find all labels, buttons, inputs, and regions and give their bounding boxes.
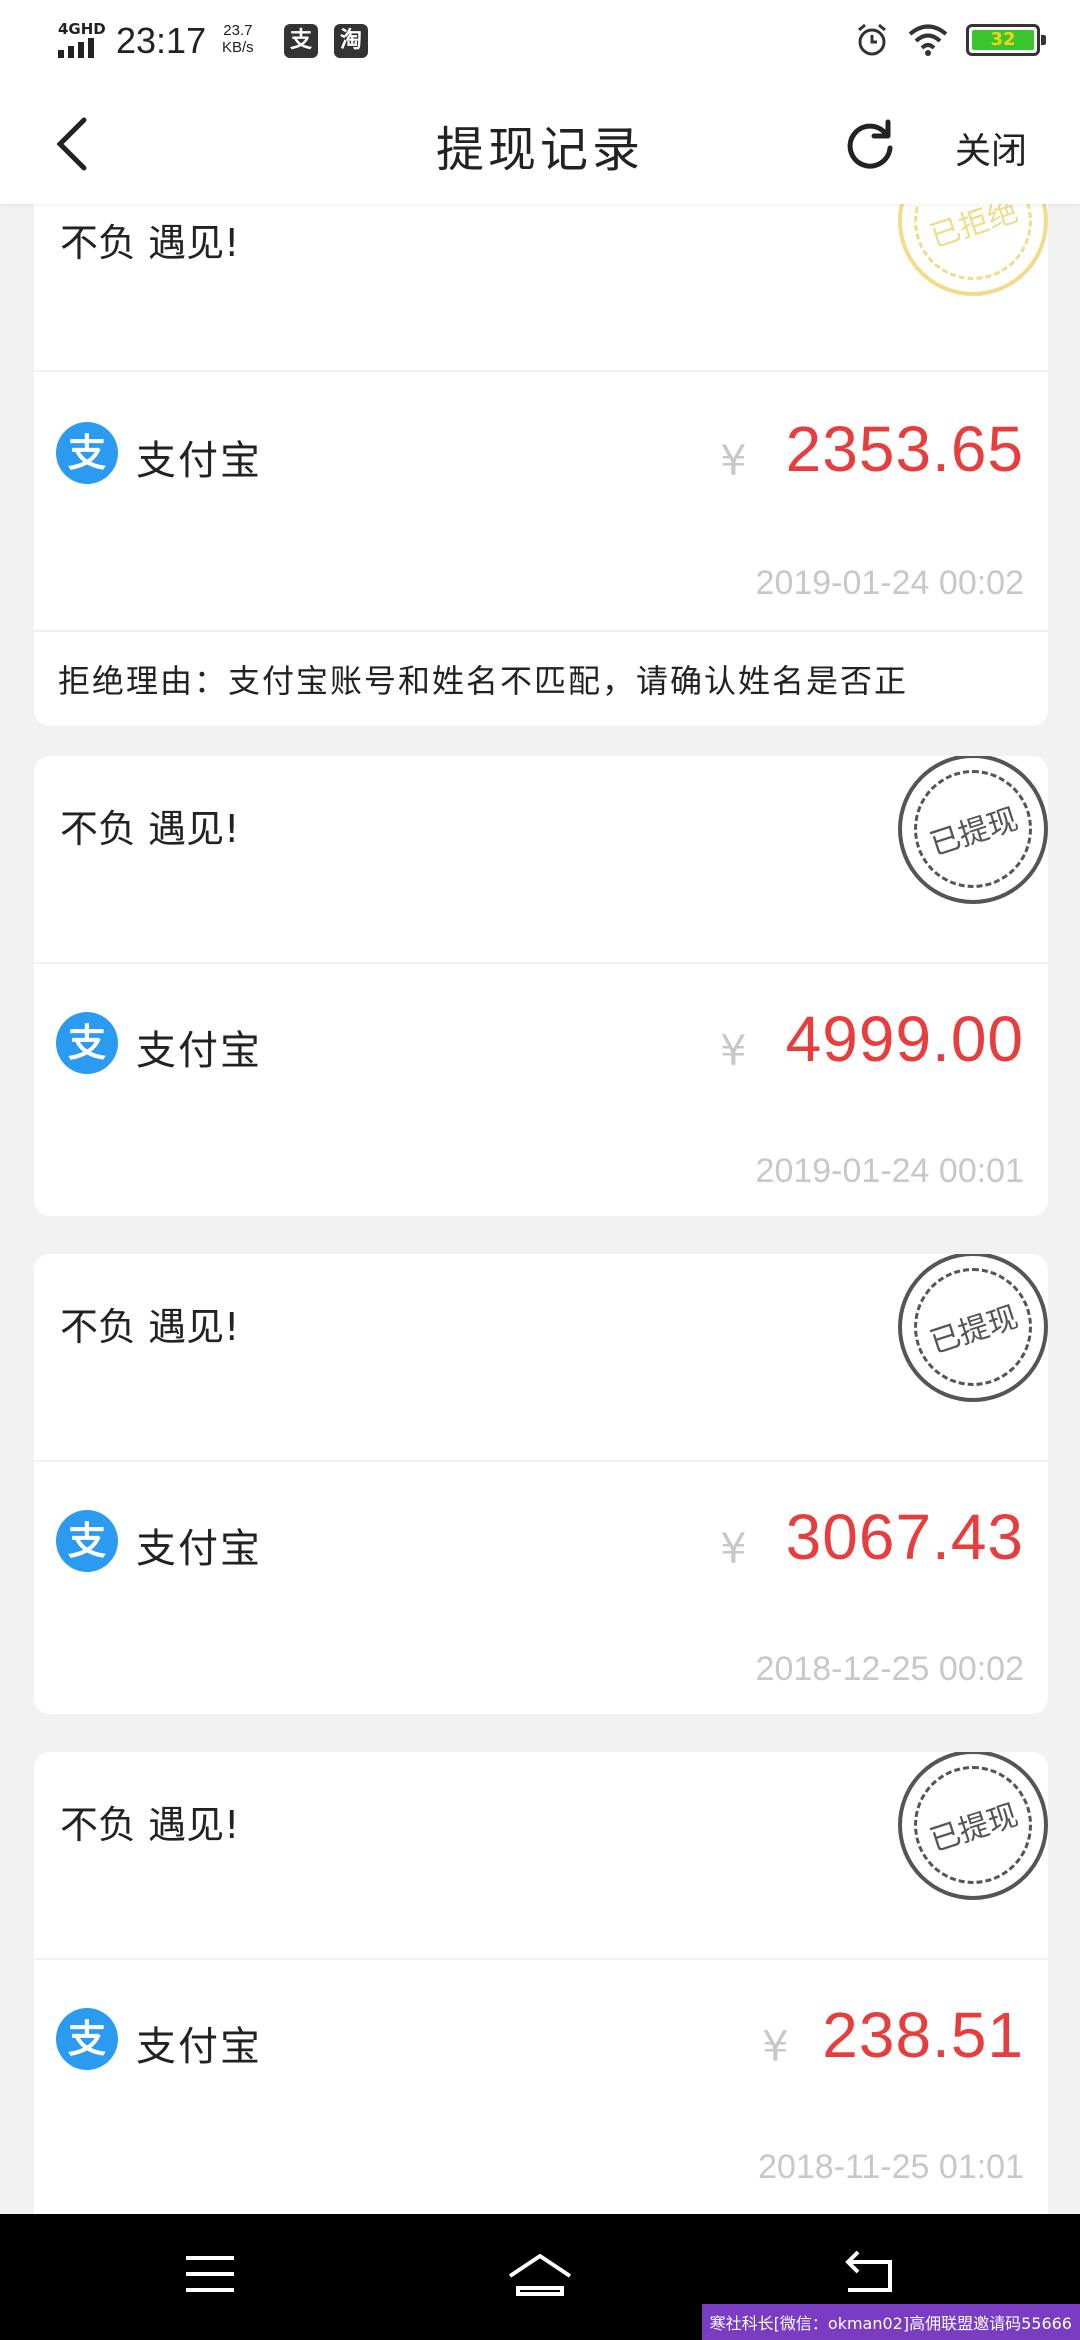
withdraw-amount: 4999.00 xyxy=(785,1003,1024,1075)
payment-method: 支付宝 xyxy=(136,1028,262,1074)
currency-symbol: ¥ xyxy=(720,436,747,485)
payment-method: 支付宝 xyxy=(136,2024,262,2070)
alipay-notification-icon: 支 xyxy=(284,24,318,58)
speed-unit: KB/s xyxy=(222,39,254,56)
user-name: 不负 遇见! xyxy=(60,807,240,851)
alipay-icon: 支 xyxy=(56,422,118,484)
withdraw-date: 2019-01-24 00:02 xyxy=(755,564,1024,602)
close-button[interactable]: 关闭 xyxy=(955,122,1027,174)
wifi-icon xyxy=(908,24,948,56)
withdraw-record-card[interactable]: 不负 遇见! 已提现 支 支付宝 ¥ 3067.43 2018-12-25 00… xyxy=(34,1254,1048,1714)
user-name: 不负 遇见! xyxy=(60,1305,240,1349)
home-icon[interactable] xyxy=(504,2250,576,2302)
user-name: 不负 遇见! xyxy=(60,1803,240,1847)
app-header: 提现记录 关闭 xyxy=(0,84,1080,204)
network-speed: 23.7 KB/s xyxy=(222,22,254,56)
alipay-icon: 支 xyxy=(56,1012,118,1074)
network-type: 4GHD xyxy=(58,20,106,38)
withdraw-date: 2019-01-24 00:01 xyxy=(755,1152,1024,1190)
stamp-text: 已提现 xyxy=(925,1299,1023,1361)
back-icon[interactable] xyxy=(840,2250,900,2302)
withdraw-amount: 238.51 xyxy=(822,1999,1024,2071)
menu-icon[interactable] xyxy=(182,2250,238,2298)
page-title: 提现记录 xyxy=(435,122,644,178)
battery-level: 32 xyxy=(972,30,1034,50)
divider xyxy=(34,1460,1048,1462)
withdrawn-stamp: 已提现 xyxy=(898,1254,1048,1402)
status-icons: 32 xyxy=(854,22,1046,58)
reject-reason-box: 拒绝理由：支付宝账号和姓名不匹配，请确认姓名是否正 xyxy=(34,630,1048,726)
alipay-icon: 支 xyxy=(56,1510,118,1572)
watermark: 寒社科长[微信：okman02]高佣联盟邀请码55666 xyxy=(701,2304,1080,2340)
speed-value: 23.7 xyxy=(223,22,253,39)
refresh-icon[interactable] xyxy=(842,116,898,172)
withdraw-amount: 2353.65 xyxy=(785,413,1024,485)
divider xyxy=(34,370,1048,372)
payment-method: 支付宝 xyxy=(136,1526,262,1572)
alarm-icon xyxy=(858,23,886,56)
payment-method: 支付宝 xyxy=(136,438,262,484)
taobao-notification-icon: 淘 xyxy=(334,24,368,58)
alipay-icon: 支 xyxy=(56,2008,118,2070)
withdraw-date: 2018-11-25 01:01 xyxy=(758,2148,1024,2186)
withdraw-record-card[interactable]: 不负 遇见! 已拒绝 支 支付宝 ¥ 2353.65 2019-01-24 00… xyxy=(34,190,1048,630)
currency-symbol: ¥ xyxy=(720,1026,747,1075)
user-name: 不负 遇见! xyxy=(60,221,240,265)
withdraw-date: 2018-12-25 00:02 xyxy=(755,1650,1024,1688)
withdraw-record-card[interactable]: 不负 遇见! 已提现 支 支付宝 ¥ 238.51 2018-11-25 01:… xyxy=(34,1752,1048,2214)
system-nav-bar: 寒社科长[微信：okman02]高佣联盟邀请码55666 xyxy=(0,2214,1080,2340)
rejected-stamp: 已拒绝 xyxy=(898,190,1048,296)
clock: 23:17 xyxy=(116,20,207,61)
currency-symbol: ¥ xyxy=(762,2022,789,2071)
battery-icon: 32 xyxy=(966,24,1046,56)
withdrawn-stamp: 已提现 xyxy=(898,756,1048,904)
withdraw-amount: 3067.43 xyxy=(785,1501,1024,1573)
stamp-text: 已提现 xyxy=(925,1797,1023,1859)
divider xyxy=(34,962,1048,964)
withdraw-record-card[interactable]: 不负 遇见! 已提现 支 支付宝 ¥ 4999.00 2019-01-24 00… xyxy=(34,756,1048,1216)
stamp-text: 已提现 xyxy=(925,801,1023,863)
signal-icon xyxy=(58,38,94,58)
status-bar: 4GHD 23:17 23.7 KB/s 支 淘 32 xyxy=(0,0,1080,84)
reject-reason: 拒绝理由：支付宝账号和姓名不匹配，请确认姓名是否正 xyxy=(58,662,909,700)
divider xyxy=(34,1958,1048,1960)
withdrawn-stamp: 已提现 xyxy=(898,1752,1048,1900)
currency-symbol: ¥ xyxy=(720,1524,747,1573)
